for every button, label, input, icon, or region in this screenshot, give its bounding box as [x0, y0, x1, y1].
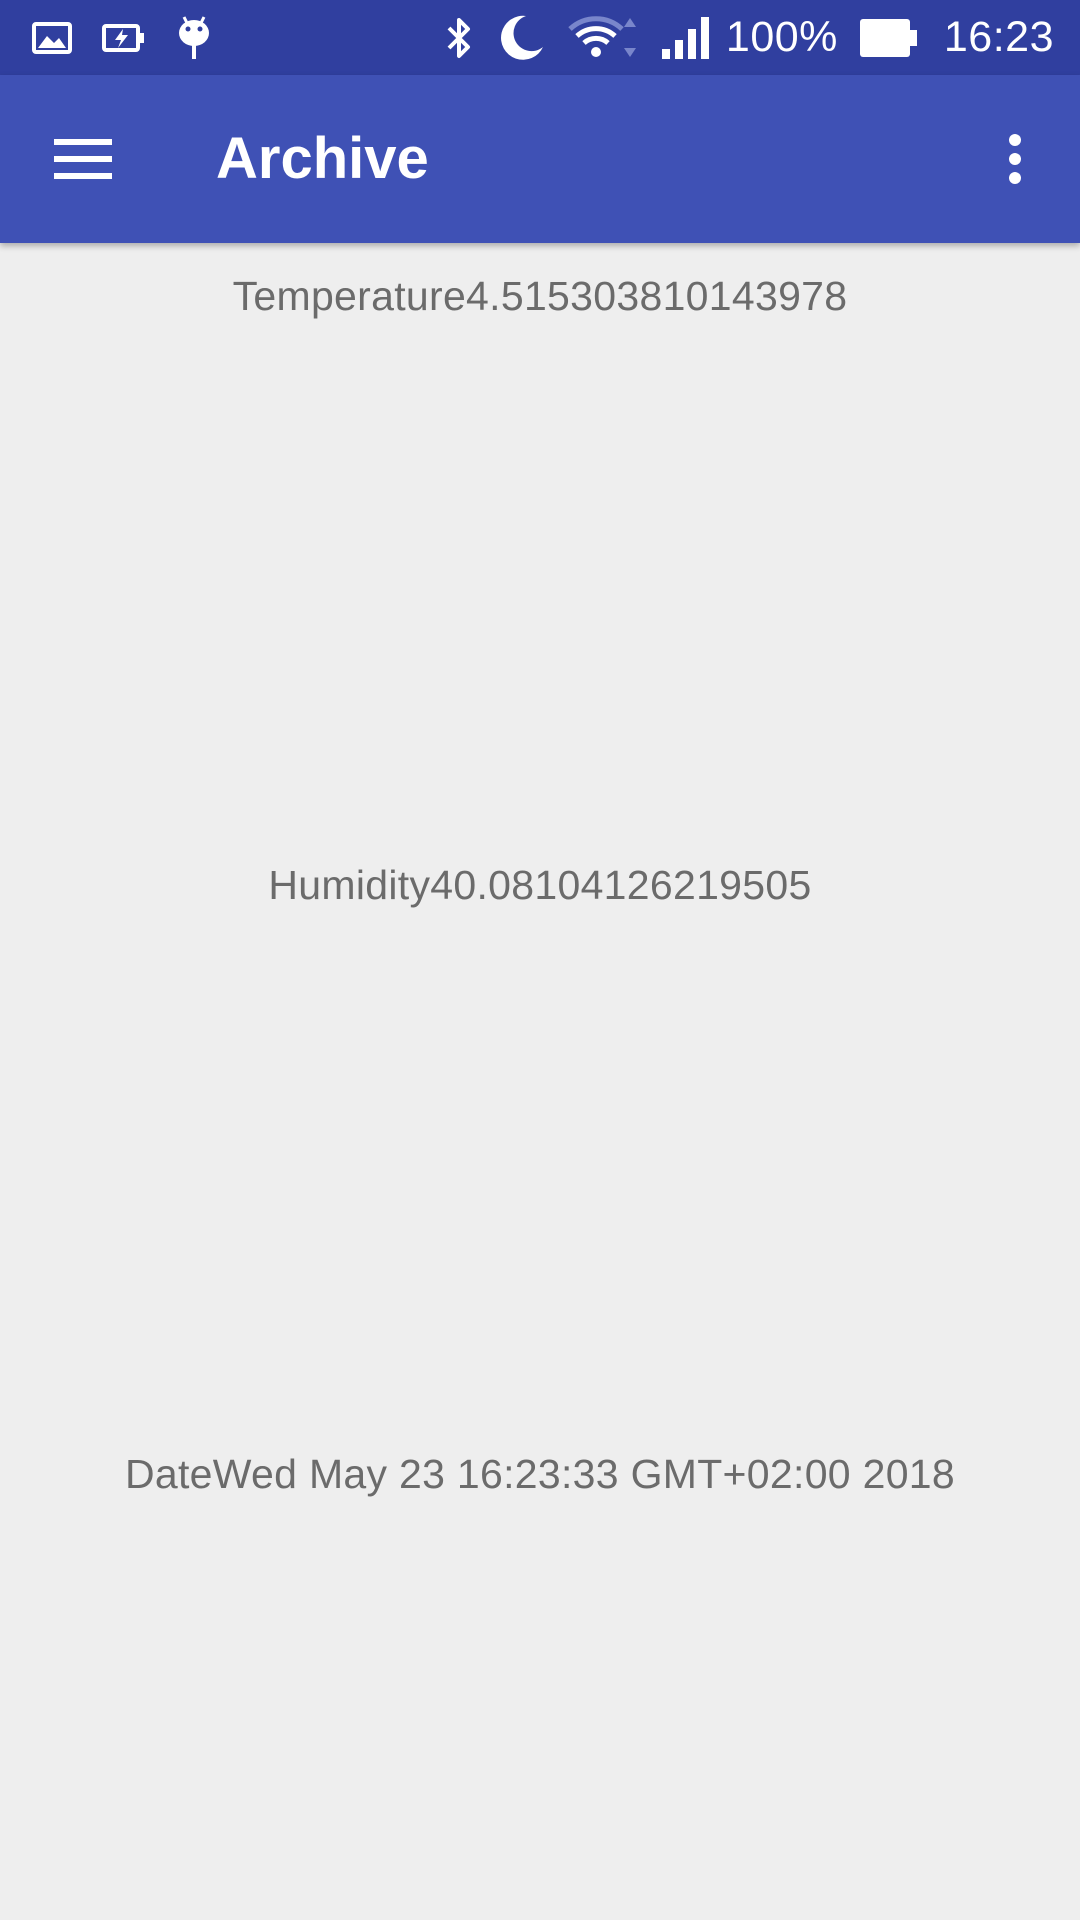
humidity-text: Humidity40.08104126219505 — [268, 862, 812, 908]
nav-menu-button[interactable] — [40, 119, 126, 199]
cellular-signal-icon — [660, 15, 712, 61]
android-debug-icon — [176, 15, 212, 61]
status-bar-notifications — [32, 0, 242, 75]
page-title: Archive — [216, 126, 429, 191]
battery-saver-icon — [102, 23, 146, 53]
battery-icon — [859, 17, 918, 59]
status-bar: 100% 16:23 — [0, 0, 1080, 75]
status-bar-system: 100% 16:23 — [422, 0, 1054, 75]
do-not-disturb-moon-icon — [496, 13, 546, 63]
hamburger-menu-icon — [54, 139, 112, 179]
wifi-icon — [568, 15, 638, 61]
status-time: 16:23 — [943, 13, 1054, 61]
archive-content: Temperature4.515303810143978 Humidity40.… — [0, 243, 1080, 1920]
gallery-icon — [32, 21, 72, 54]
battery-percent: 100% — [725, 13, 838, 61]
app-bar: Archive — [0, 75, 1080, 243]
temperature-text: Temperature4.515303810143978 — [232, 273, 848, 319]
date-text: DateWed May 23 16:23:33 GMT+02:00 2018 — [124, 1451, 956, 1497]
more-vert-icon — [1009, 134, 1021, 184]
bluetooth-icon — [444, 15, 474, 61]
overflow-menu-button[interactable] — [980, 119, 1050, 199]
